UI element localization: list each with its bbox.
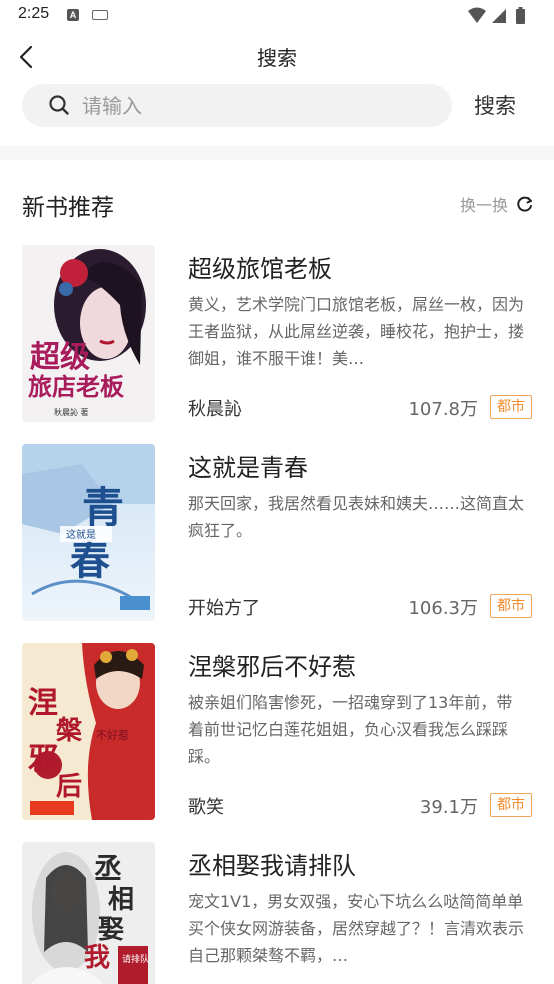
book-author: 秋晨訫: [188, 399, 242, 420]
book-category-tag: 都市: [490, 793, 532, 817]
status-bar: 2:25 A: [0, 0, 554, 32]
cover-subtitle: 这就是: [66, 528, 96, 541]
signal-icon: [492, 9, 506, 23]
section-title: 新书推荐: [22, 195, 114, 221]
cover-title-line1: 涅: [28, 686, 58, 721]
page-title: 搜索: [257, 46, 297, 70]
book-item[interactable]: 青 春 这就是 这就是青春 那天回家，我居然看见表妹和姨夫……这简直太疯狂了。 …: [0, 444, 554, 624]
search-input[interactable]: [82, 84, 442, 127]
refresh-label: 换一换: [459, 196, 508, 215]
cover-title-line4: 后: [56, 772, 82, 802]
book-title: 超级旅馆老板: [188, 255, 332, 283]
book-title: 涅槃邪后不好惹: [188, 653, 356, 681]
book-cover[interactable]: 青 春 这就是: [22, 444, 155, 621]
cover-subtitle: 不好惹: [96, 728, 129, 742]
cover-subtitle: 请排队: [122, 953, 149, 965]
book-title: 这就是青春: [188, 454, 308, 482]
book-word-count: 106.3万: [408, 598, 478, 619]
book-item[interactable]: 超级 旅店老板 秋晨訫 著 超级旅馆老板 黄义，艺术学院门口旅馆老板，屌丝一枚，…: [0, 245, 554, 425]
book-description: 被亲姐们陷害惨死，一招魂穿到了13年前，带着前世记忆白莲花姐姐，负心汉看我怎么踩…: [188, 693, 513, 766]
book-description: 黄义，艺术学院门口旅馆老板，屌丝一枚，因为王者监狱，从此屌丝逆袭，睡校花，抱护士…: [188, 295, 525, 368]
book-description: 宠文1V1，男女双强，安心下坑么么哒简简单单买个侠女网游装备，居然穿越了？！言清…: [188, 892, 525, 965]
book-cover[interactable]: 涅 槃 邪 后 不好惹: [22, 643, 155, 820]
cover-title-line2: 槃: [56, 716, 83, 746]
search-button[interactable]: 搜索: [474, 90, 516, 120]
book-category-tag: 都市: [490, 395, 532, 419]
cover-title-line1: 青: [82, 483, 124, 532]
search-row: 搜索: [0, 80, 554, 132]
battery-icon: [516, 7, 525, 24]
cover-title-line2: 春: [70, 537, 110, 584]
search-icon: [49, 95, 69, 115]
book-title: 丞相娶我请排队: [188, 852, 356, 880]
cover-title-line1: 超级: [30, 340, 90, 375]
cover-title-line3: 邪: [28, 742, 58, 777]
book-item[interactable]: 丞 相 娶 我 请排队 丞相娶我请排队 宠文1V1，男女双强，安心下坑么么哒简简…: [0, 842, 554, 984]
wifi-icon: [468, 7, 486, 23]
cover-title-line1: 丞: [94, 852, 122, 885]
cover-title-line4: 我: [84, 943, 110, 973]
cover-title-line3: 娶: [98, 915, 124, 945]
book-description: 那天回家，我居然看见表妹和姨夫……这简直太疯狂了。: [188, 494, 525, 540]
book-item[interactable]: 涅 槃 邪 后 不好惹 涅槃邪后不好惹 被亲姐们陷害惨死，一招魂穿到了13年前，…: [0, 643, 554, 823]
refresh-icon: [517, 196, 532, 212]
book-word-count: 107.8万: [408, 399, 478, 420]
refresh-button[interactable]: 换一换: [460, 192, 534, 216]
book-cover[interactable]: 丞 相 娶 我 请排队: [22, 842, 155, 984]
book-author: 开始方了: [188, 598, 260, 619]
cover-author: 秋晨訫 著: [54, 407, 89, 417]
keyboard-icon: [92, 10, 108, 20]
status-icons: [466, 6, 536, 24]
section-header: 新书推荐 换一换: [0, 184, 554, 224]
book-cover[interactable]: 超级 旅店老板 秋晨訫 著: [22, 245, 155, 422]
book-author: 歌笑: [188, 797, 224, 818]
search-box[interactable]: [22, 84, 452, 127]
nav-bar: 搜索: [0, 32, 554, 80]
cover-title-line2: 旅店老板: [28, 373, 125, 401]
notification-a-icon: A: [67, 9, 79, 21]
divider: [0, 146, 554, 160]
status-time: 2:25: [18, 5, 50, 22]
book-category-tag: 都市: [490, 594, 532, 618]
book-word-count: 39.1万: [419, 797, 478, 818]
cover-title-line2: 相: [108, 885, 134, 915]
